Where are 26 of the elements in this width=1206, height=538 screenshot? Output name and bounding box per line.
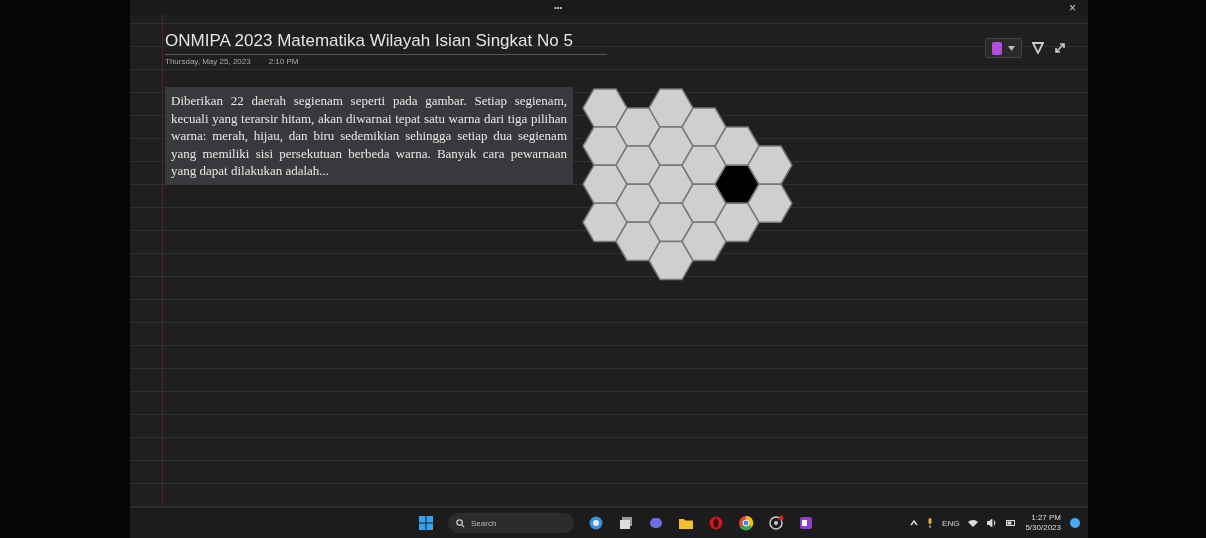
page-time: 2:10 PM	[268, 57, 299, 66]
language-indicator[interactable]: ENG	[942, 518, 960, 528]
problem-text: Diberikan 22 daerah segienam seperti pada gambar. Setiap segienam, kecuali yang terarsir hitam, akan diwarnai tepat satu warna dari tiga pilihan warna: merah, hijau, dan biru sedemikian sehingga setiap dua segienam yang memiliki sisi persekutuan berbeda warna. Banyak cara pewarnaan yang dapat dilakukan adalah...	[165, 87, 573, 185]
chrome-icon[interactable]	[738, 515, 754, 531]
record-icon[interactable]	[768, 515, 784, 531]
chevron-up-icon[interactable]	[910, 520, 919, 526]
caret-icon	[1008, 45, 1015, 51]
wifi-icon[interactable]	[968, 519, 979, 527]
expand-icon[interactable]	[1054, 42, 1066, 54]
windows-icon[interactable]	[418, 515, 434, 531]
notebook-button[interactable]	[985, 38, 1022, 58]
speaker-icon[interactable]	[987, 519, 998, 527]
windows-stack-icon[interactable]	[618, 515, 634, 531]
search-icon	[456, 518, 465, 528]
more-menu[interactable]: •••	[554, 3, 563, 12]
page-title: ONMIPA 2023 Matematika Wilayah Isian Singkat No 5	[165, 31, 607, 55]
ring-icon[interactable]	[708, 515, 724, 531]
notebook-icon	[992, 41, 1002, 55]
notebook-app-icon[interactable]	[798, 515, 814, 531]
page-date: Thursday, May 25, 2023	[165, 57, 251, 66]
close-button[interactable]: ×	[1069, 1, 1076, 14]
battery-icon[interactable]	[1006, 520, 1017, 526]
microphone-icon[interactable]	[927, 518, 934, 528]
funnel-icon[interactable]	[1032, 42, 1044, 54]
notification-icon[interactable]	[1070, 518, 1080, 528]
clock[interactable]: 1:27 PM 5/30/2023	[1025, 513, 1061, 533]
